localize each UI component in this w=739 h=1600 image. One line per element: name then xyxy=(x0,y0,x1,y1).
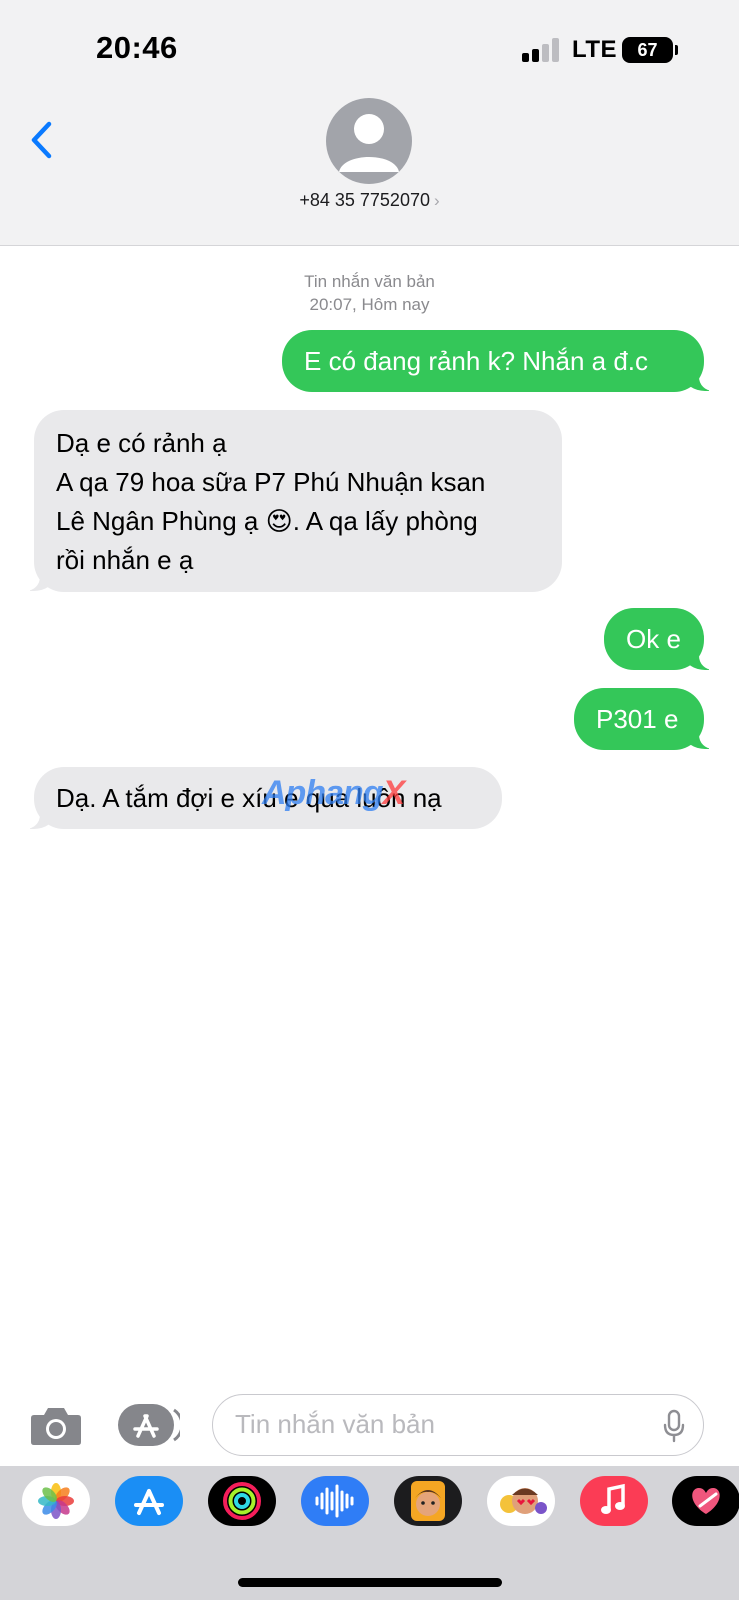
cellular-signal-icon xyxy=(522,38,562,62)
memoji-stickers-icon[interactable] xyxy=(487,1476,555,1526)
home-indicator[interactable] xyxy=(238,1578,502,1587)
memoji-icon[interactable] xyxy=(394,1476,462,1526)
battery-tip xyxy=(675,45,678,55)
conversation-header: 20:46 LTE 67 +84 35 7752070 › xyxy=(0,0,739,246)
message-timestamp: Tin nhắn văn bản 20:07, Hôm nay xyxy=(0,270,739,316)
back-chevron-icon[interactable] xyxy=(24,118,64,162)
watermark-logo: AphangX xyxy=(262,774,406,813)
battery-icon: 67 xyxy=(622,37,673,63)
app-store-button-icon[interactable] xyxy=(118,1404,180,1446)
camera-icon[interactable] xyxy=(30,1405,82,1445)
contact-avatar[interactable] xyxy=(326,98,412,184)
watermark-x: X xyxy=(382,774,406,812)
fitness-icon[interactable] xyxy=(208,1476,276,1526)
contact-name[interactable]: +84 35 7752070 › xyxy=(0,190,739,211)
message-type-label: Tin nhắn văn bản xyxy=(304,272,435,291)
message-time-label: 20:07, Hôm nay xyxy=(309,295,430,314)
message-input-placeholder: Tin nhắn văn bản xyxy=(235,1409,435,1439)
message-input[interactable]: Tin nhắn văn bản xyxy=(212,1394,704,1456)
photos-icon[interactable] xyxy=(22,1476,90,1526)
watermark-text: Aphang xyxy=(262,774,384,812)
app-store-icon[interactable] xyxy=(115,1476,183,1526)
status-time: 20:46 xyxy=(96,30,178,65)
outgoing-message[interactable]: E có đang rảnh k? Nhắn a đ.c xyxy=(282,330,704,392)
incoming-message[interactable]: Dạ e có rảnh ạ A qa 79 hoa sữa P7 Phú Nh… xyxy=(34,410,562,592)
digital-touch-icon[interactable] xyxy=(672,1476,739,1526)
chevron-right-icon: › xyxy=(433,191,440,210)
person-icon xyxy=(339,114,399,172)
contact-number[interactable]: +84 35 7752070 xyxy=(299,190,430,210)
network-type: LTE xyxy=(572,36,618,63)
outgoing-message[interactable]: Ok e xyxy=(604,608,704,670)
outgoing-message[interactable]: P301 e xyxy=(574,688,704,750)
music-icon[interactable] xyxy=(580,1476,648,1526)
microphone-icon[interactable] xyxy=(663,1409,685,1443)
audio-message-icon[interactable] xyxy=(301,1476,369,1526)
